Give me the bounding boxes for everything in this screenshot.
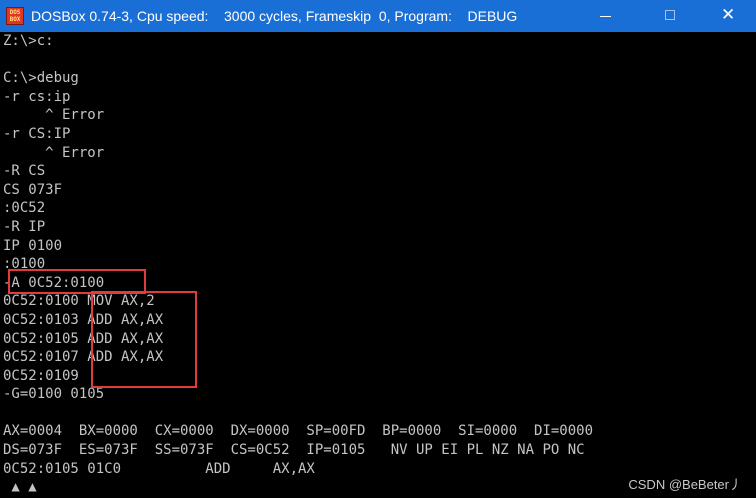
terminal-line: C:\>debug [3,70,79,87]
close-icon: ✕ [721,5,736,25]
maximize-button[interactable] [644,0,696,32]
terminal-line: ^ Error [3,107,105,124]
watermark: CSDN @BeBeter丿 [628,477,742,492]
maximize-icon [665,10,675,20]
terminal-line: CS 073F [3,181,63,198]
terminal-line: AX=0004 BX=0000 CX=0000 DX=0000 SP=00FD … [3,423,594,440]
dosbox-icon[interactable]: DOS BOX [6,7,24,25]
minimize-icon [600,16,611,17]
terminal-line: -G=0100 0105 [3,386,105,403]
terminal-line: ^ Error [3,144,105,161]
highlight-box-instructions [91,291,197,388]
terminal-line: IP 0100 [3,237,63,254]
terminal-line: -r cs:ip [3,88,71,105]
close-button[interactable]: ✕ [702,0,754,32]
terminal-line: -R IP [3,218,46,235]
terminal-line: -R CS [3,163,46,180]
terminal-line: DS=073F ES=073F SS=073F CS=0C52 IP=0105 … [3,442,585,459]
terminal-line: -r CS:IP [3,125,71,142]
dos-terminal[interactable]: Z:\>c: C:\>debug -r cs:ip ^ Error -r CS:… [3,32,753,498]
minimize-button[interactable] [580,0,632,32]
title-bar[interactable]: DOS BOX DOSBox 0.74-3, Cpu speed: 3000 c… [0,0,756,32]
terminal-line: :0C52 [3,200,46,217]
window-title: DOSBox 0.74-3, Cpu speed: 3000 cycles, F… [31,8,518,24]
terminal-line: Z:\>c: [3,33,54,49]
icon-text-bottom: BOX [9,16,21,23]
